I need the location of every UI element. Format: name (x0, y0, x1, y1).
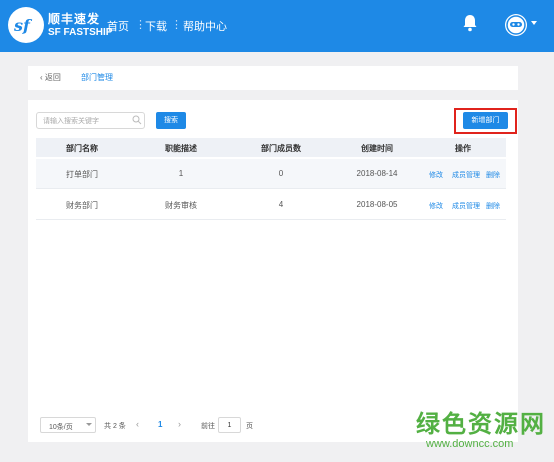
nav-download[interactable]: 下载 (145, 18, 167, 34)
breadcrumb: ‹ 返回 部门管理 (28, 66, 518, 90)
search-placeholder: 请输入搜索关键字 (43, 118, 99, 125)
edit-link[interactable]: 修改 (429, 201, 443, 211)
delete-link[interactable]: 删除 (486, 170, 500, 180)
back-link[interactable]: ‹ 返回 (40, 72, 61, 83)
cell-desc: 财务审核 (165, 201, 197, 210)
column-header: 部门成员数 (261, 144, 301, 153)
column-header: 职能描述 (165, 144, 197, 153)
watermark-title: 绿色资源网 (416, 411, 546, 438)
member-manage-link[interactable]: 成员管理 (452, 201, 480, 211)
edit-link[interactable]: 修改 (429, 170, 443, 180)
nav-home[interactable]: 首页 (107, 18, 129, 34)
breadcrumb-current: 部门管理 (81, 73, 113, 82)
avatar[interactable] (505, 14, 527, 36)
table-row: 财务部门 财务审核 4 2018-08-05 修改 成员管理 删除 (36, 190, 506, 220)
chevron-down-icon (86, 423, 92, 426)
nav-help[interactable]: 帮助中心 (183, 18, 227, 34)
page-size-value: 10条/页 (49, 424, 73, 431)
brand-name-en: SF FASTSHIP (48, 27, 113, 38)
cell-desc: 1 (178, 169, 184, 178)
cell-members: 0 (278, 169, 284, 178)
add-department-button[interactable]: 新增部门 (463, 112, 508, 129)
cell-name: 打单部门 (66, 170, 98, 179)
watermark-url: www.downcc.com (426, 438, 514, 450)
logo-text: sf (14, 16, 30, 35)
goto-label: 前往 (201, 423, 215, 430)
total-count: 共 2 条 (104, 423, 126, 430)
department-panel: 请输入搜索关键字 搜索 新增部门 部门名称 职能描述 部门成员数 创建时间 操作… (28, 100, 518, 442)
chevron-down-icon[interactable] (531, 21, 537, 25)
nav-separator: ⋮ (171, 19, 182, 31)
top-navbar: sf 顺丰速发 SF FASTSHIP 首页 ⋮ 下载 ⋮ 帮助中心 (0, 0, 554, 52)
bell-icon[interactable] (462, 14, 478, 32)
cell-members: 4 (278, 200, 284, 209)
search-button[interactable]: 搜索 (156, 112, 186, 129)
column-header: 创建时间 (361, 144, 393, 153)
column-header: 操作 (455, 144, 471, 153)
search-input[interactable]: 请输入搜索关键字 (36, 112, 145, 129)
delete-link[interactable]: 删除 (486, 201, 500, 211)
table-row: 打单部门 1 0 2018-08-14 修改 成员管理 删除 (36, 159, 506, 189)
cell-created: 2018-08-14 (356, 169, 398, 178)
user-avatar-icon (506, 15, 526, 35)
cell-created: 2018-08-05 (356, 200, 398, 209)
next-page-icon[interactable]: › (178, 419, 181, 429)
current-page[interactable]: 1 (158, 420, 162, 429)
cell-name: 财务部门 (66, 201, 98, 210)
sf-logo-icon[interactable]: sf (8, 7, 44, 43)
table-header: 部门名称 职能描述 部门成员数 创建时间 操作 (36, 138, 506, 157)
column-header: 部门名称 (66, 144, 98, 153)
prev-page-icon[interactable]: ‹ (136, 419, 139, 429)
member-manage-link[interactable]: 成员管理 (452, 170, 480, 180)
brand-name-cn: 顺丰速发 (48, 12, 101, 26)
back-label: 返回 (44, 73, 61, 82)
page-suffix: 页 (246, 423, 253, 430)
search-icon (132, 115, 142, 125)
goto-page-input[interactable]: 1 (218, 417, 241, 433)
